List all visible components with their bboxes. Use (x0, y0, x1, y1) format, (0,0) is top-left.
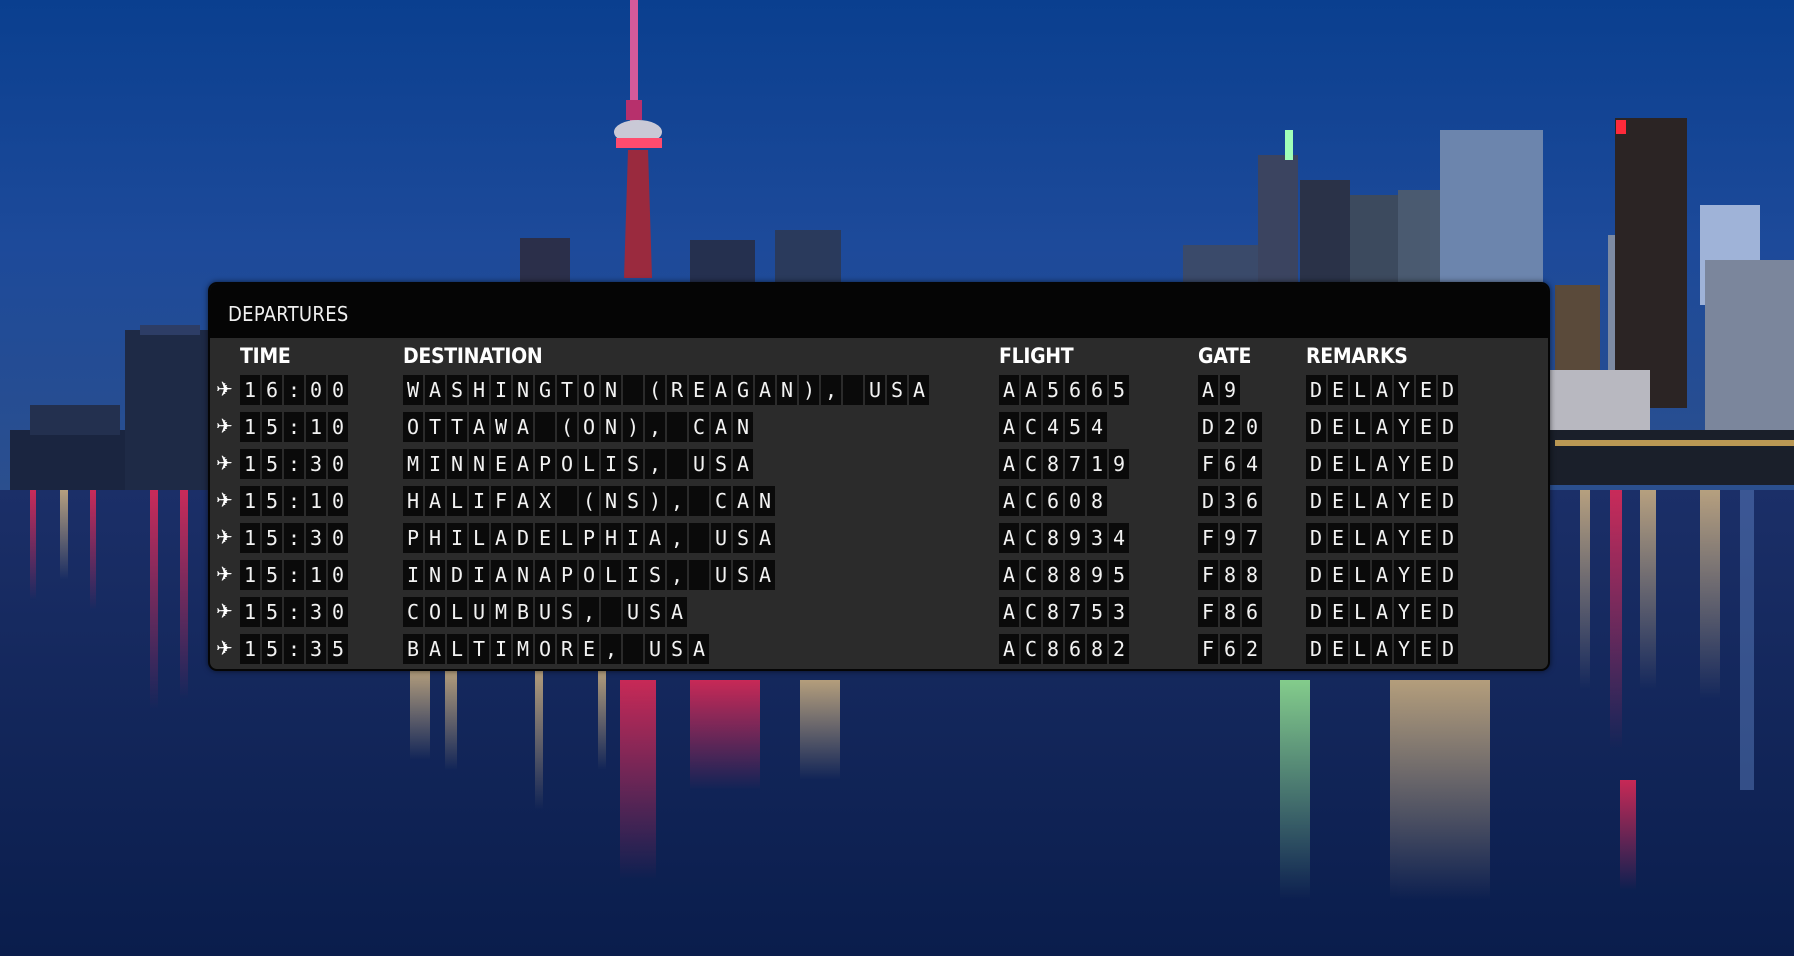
cell-destination: BALTIMORE, USA (403, 634, 709, 664)
column-header-gate: GATE (1198, 344, 1252, 368)
airplane-icon: ✈ (216, 414, 233, 438)
cell-remarks: DELAYED (1306, 634, 1458, 664)
cell-remarks: DELAYED (1306, 486, 1458, 516)
departures-rows: ✈ 1 6:0 0 W A S H I N G T O N (R E A G A N), USA AA5665 A9 DE… (210, 372, 1548, 668)
cell-flight: AC8682 (999, 634, 1129, 664)
cell-remarks: DELAYED (1306, 523, 1458, 553)
cell-gate: F62 (1198, 634, 1262, 664)
airplane-icon: ✈ (216, 451, 233, 475)
cell-destination: WASHINGTON (R E A G A N), USA (403, 375, 929, 405)
cell-gate: F97 (1198, 523, 1262, 553)
cell-destination: PHILADELPHIA, USA (403, 523, 775, 553)
cell-destination: INDIANAPOLIS, USA (403, 560, 775, 590)
cell-flight: AC8895 (999, 560, 1129, 590)
departure-row: ✈ 1 5:3 0 P H I L A D E L P H I A, USA AC8934 F97 DELAYED (210, 520, 1548, 557)
cell-time: 16:00 (240, 375, 348, 405)
cell-remarks: DELAYED (1306, 597, 1458, 627)
cell-remarks: DELAYED (1306, 560, 1458, 590)
cell-gate: D20 (1198, 412, 1262, 442)
cell-time: 15:10 (240, 560, 348, 590)
column-headers: TIME DESTINATION FLIGHT GATE REMARKS (210, 338, 1548, 372)
cell-gate: F64 (1198, 449, 1262, 479)
airplane-icon: ✈ (216, 636, 233, 660)
departure-row: ✈ 1 5:3 5 B A L T I M O R E, USA AC8682 F62 DELAYED (210, 631, 1548, 668)
cell-time: 15:35 (240, 634, 348, 664)
airplane-icon: ✈ (216, 377, 233, 401)
cell-flight: AC608 (999, 486, 1107, 516)
board-title: DEPARTURES (228, 302, 349, 326)
cell-gate: F86 (1198, 597, 1262, 627)
column-header-flight: FLIGHT (999, 344, 1074, 368)
departure-row: ✈ 1 6:0 0 W A S H I N G T O N (R E A G A N), USA AA5665 A9 DE… (210, 372, 1548, 409)
cell-time: 15:30 (240, 597, 348, 627)
column-header-remarks: REMARKS (1306, 344, 1408, 368)
departures-board: DEPARTURES TIME DESTINATION FLIGHT GATE … (208, 282, 1550, 671)
cell-flight: AA5665 (999, 375, 1129, 405)
airplane-icon: ✈ (216, 562, 233, 586)
departure-row: ✈ 1 5:1 0 I N D I A N A P O L I S, USA AC8895 F88 DELAYED (210, 557, 1548, 594)
airplane-icon: ✈ (216, 488, 233, 512)
cell-time: 15:10 (240, 412, 348, 442)
airplane-icon: ✈ (216, 599, 233, 623)
cell-destination: HALIFAX (N S), CAN (403, 486, 775, 516)
airplane-icon: ✈ (216, 525, 233, 549)
cell-time: 15:30 (240, 523, 348, 553)
cell-flight: AC8934 (999, 523, 1129, 553)
cell-destination: COLUMBUS, USA (403, 597, 687, 627)
cell-destination: MINNEAPOLIS, USA (403, 449, 753, 479)
cell-gate: A9 (1198, 375, 1240, 405)
cell-flight: AC454 (999, 412, 1107, 442)
cell-remarks: DELAYED (1306, 449, 1458, 479)
cell-gate: F88 (1198, 560, 1262, 590)
cell-remarks: DELAYED (1306, 375, 1458, 405)
departure-row: ✈ 1 5:1 0 H A L I F A X (N S), CAN AC608 D36 DELAYED (210, 483, 1548, 520)
cell-time: 15:30 (240, 449, 348, 479)
departure-row: ✈ 1 5:1 0 O T T A W A (O N), CAN AC454 D20 DELAYED (210, 409, 1548, 446)
column-header-destination: DESTINATION (403, 344, 543, 368)
cell-time: 15:10 (240, 486, 348, 516)
cell-destination: OTTAWA (O N), CAN (403, 412, 753, 442)
cell-remarks: DELAYED (1306, 412, 1458, 442)
column-header-time: TIME (240, 344, 291, 368)
board-header: DEPARTURES (210, 284, 1548, 338)
cell-gate: D36 (1198, 486, 1262, 516)
departure-row: ✈ 1 5:3 0 M I N N E A P O L I S, USA AC8719 F64 DELAYED (210, 446, 1548, 483)
cell-flight: AC8719 (999, 449, 1129, 479)
departure-row: ✈ 1 5:3 0 C O L U M B U S, USA AC8753 F86 DELAYED (210, 594, 1548, 631)
cell-flight: AC8753 (999, 597, 1129, 627)
